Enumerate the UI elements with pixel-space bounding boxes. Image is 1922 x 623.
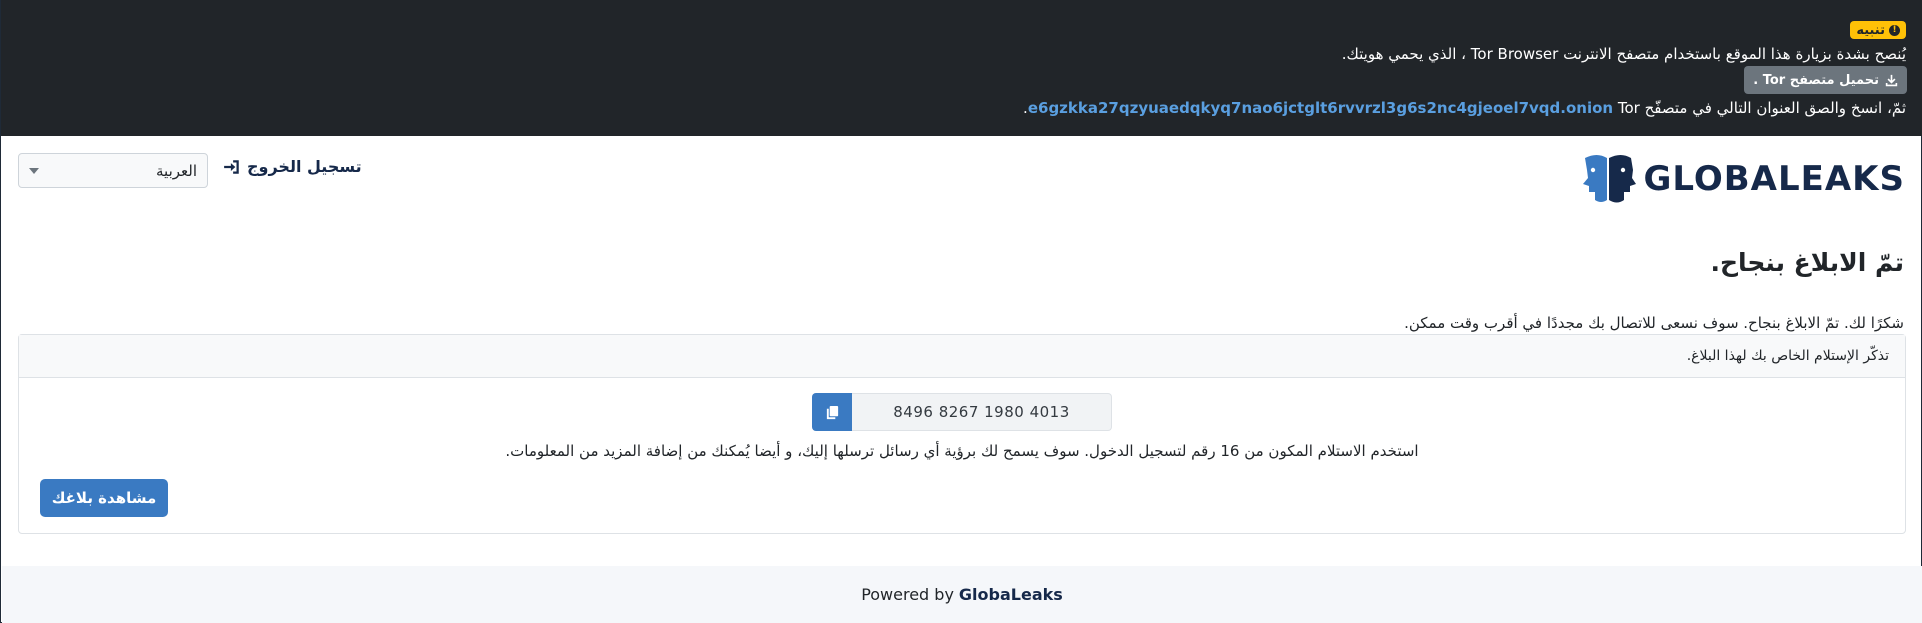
footer-powered-by: Powered by	[861, 585, 954, 604]
copy-icon	[826, 405, 838, 419]
download-icon	[1885, 74, 1898, 86]
page-frame: ! تنبيه يُنصح بشدة بزيارة هذا الموقع باس…	[0, 0, 1922, 623]
receipt-code-field[interactable]: 8496 8267 1980 4013	[852, 393, 1112, 431]
logout-label: تسجيل الخروج	[247, 157, 362, 176]
tor-address-line: ثمّ، انسخ والصق العنوان التالي في متصفّح…	[1023, 99, 1906, 117]
download-tor-button[interactable]: تحميل متصفح Tor .	[1744, 66, 1907, 94]
sign-out-icon	[224, 159, 239, 174]
receipt-card-header-text: تذكّر الإستلام الخاص بك لهذا البلاغ.	[1686, 348, 1889, 364]
tor-address-prefix: ثمّ، انسخ والصق العنوان التالي في متصفّح	[1644, 99, 1906, 117]
copy-receipt-button[interactable]	[812, 393, 852, 431]
tor-advice-text: يُنصح بشدة بزيارة هذا الموقع باستخدام مت…	[1341, 45, 1906, 63]
thanks-message: شكرًا لك. تمّ الابلاغ بنجاح. سوف نسعى لل…	[1404, 314, 1904, 332]
receipt-hint: استخدم الاستلام المكون من 16 رقم لتسجيل …	[505, 442, 1419, 460]
tor-warning-banner: ! تنبيه يُنصح بشدة بزيارة هذا الموقع باس…	[1, 0, 1922, 136]
footer: Powered by GlobaLeaks	[2, 566, 1922, 623]
warning-badge: ! تنبيه	[1850, 21, 1906, 39]
warning-badge-label: تنبيه	[1856, 22, 1885, 38]
logout-link[interactable]: تسجيل الخروج	[223, 157, 362, 176]
download-tor-label: تحميل متصفح Tor .	[1753, 72, 1879, 88]
receipt-group: 8496 8267 1980 4013	[812, 393, 1112, 431]
onion-address-link[interactable]: e6gzkka27qzyuaedqkyq7nao6jctglt6rvvrzl3g…	[1028, 99, 1613, 117]
language-select[interactable]: العربية	[18, 153, 208, 188]
chevron-down-icon	[29, 168, 39, 174]
page-title: تمّ الابلاغ بنجاح.	[1710, 248, 1904, 277]
footer-brand-link[interactable]: GlobaLeaks	[959, 585, 1063, 604]
logo-text: GLOBALEAKS	[1643, 159, 1905, 199]
language-selected-value: العربية	[156, 161, 197, 180]
globaleaks-logo[interactable]: GLOBALEAKS	[1579, 150, 1905, 208]
info-circle-icon: !	[1889, 24, 1900, 36]
globaleaks-logo-icon	[1583, 155, 1637, 203]
view-report-button[interactable]: مشاهدة بلاغك	[40, 479, 168, 517]
receipt-card: تذكّر الإستلام الخاص بك لهذا البلاغ. 849…	[18, 334, 1906, 534]
receipt-card-header: تذكّر الإستلام الخاص بك لهذا البلاغ.	[19, 335, 1905, 378]
